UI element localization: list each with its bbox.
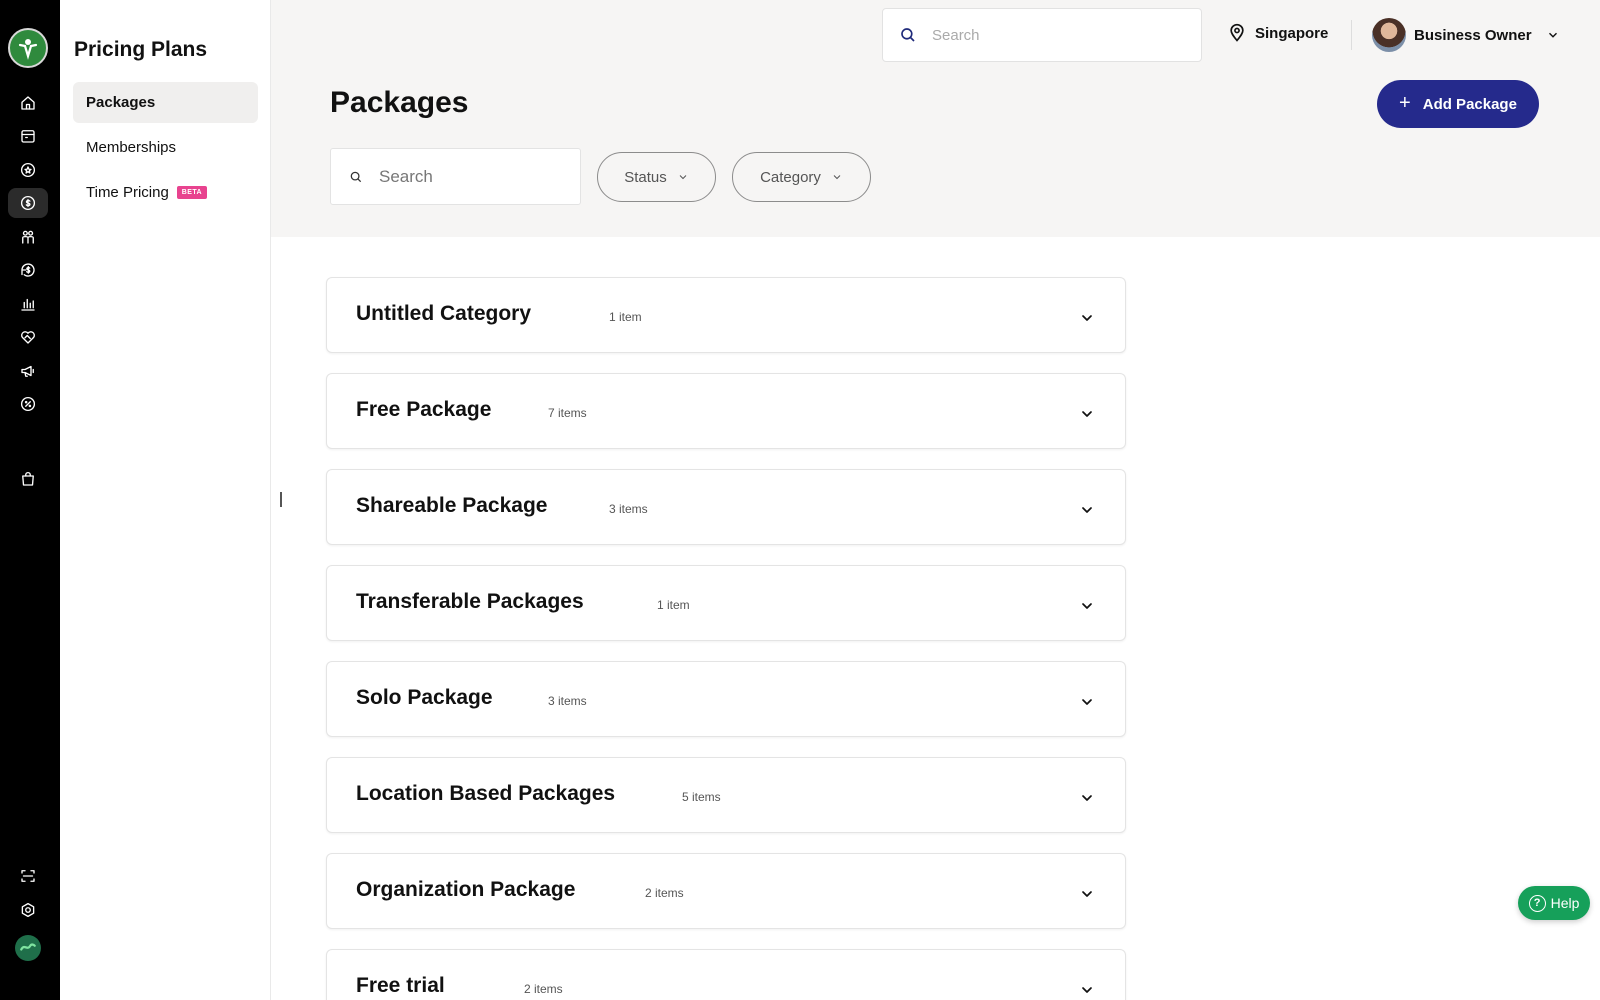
sidebar-item-label: Time Pricing <box>86 184 169 201</box>
status-filter-label: Status <box>624 168 667 186</box>
category-card[interactable]: Transferable Packages 1 item <box>326 565 1126 641</box>
category-card[interactable]: Free trial 2 items <box>326 949 1126 1000</box>
category-count: 1 item <box>609 310 642 324</box>
search-icon <box>350 171 362 182</box>
category-card[interactable]: Untitled Category 1 item <box>326 277 1126 353</box>
pricing-sidebar: Pricing Plans Packages Memberships Time … <box>60 0 271 1000</box>
search-icon <box>901 28 915 42</box>
category-title: Shareable Package <box>356 494 548 517</box>
shop-bag-icon[interactable] <box>8 464 48 494</box>
location-selector[interactable]: Singapore <box>1227 22 1328 44</box>
category-title: Free trial <box>356 974 445 997</box>
add-package-button[interactable]: + Add Package <box>1377 80 1539 128</box>
chevron-down-icon[interactable] <box>1079 502 1095 518</box>
location-pin-icon <box>1230 23 1244 42</box>
category-card[interactable]: Solo Package 3 items <box>326 661 1126 737</box>
category-title: Organization Package <box>356 878 576 901</box>
category-count: 7 items <box>548 406 587 420</box>
category-card[interactable]: Shareable Package 3 items <box>326 469 1126 545</box>
app-logo-icon[interactable] <box>8 28 48 68</box>
icon-rail <box>0 0 60 1000</box>
category-card[interactable]: Free Package 7 items <box>326 373 1126 449</box>
category-count: 2 items <box>645 886 684 900</box>
members-icon[interactable] <box>8 222 48 252</box>
sidebar-item-time-pricing[interactable]: Time Pricing BETA <box>73 172 258 213</box>
category-title: Transferable Packages <box>356 590 584 613</box>
sidebar-item-memberships[interactable]: Memberships <box>73 127 258 168</box>
chevron-down-icon[interactable] <box>1079 694 1095 710</box>
partnership-icon[interactable] <box>8 322 48 352</box>
category-filter[interactable]: Category <box>732 152 871 202</box>
chevron-down-icon[interactable] <box>1079 886 1095 902</box>
category-count: 3 items <box>609 502 648 516</box>
chevron-down-icon <box>679 175 687 180</box>
category-count: 3 items <box>548 694 587 708</box>
category-title: Free Package <box>356 398 492 421</box>
pricing-icon[interactable] <box>8 188 48 218</box>
help-button[interactable]: ? Help <box>1518 886 1590 920</box>
status-filter[interactable]: Status <box>597 152 716 202</box>
package-search[interactable] <box>330 148 581 205</box>
sidebar-item-label: Memberships <box>86 139 177 156</box>
location-label: Singapore <box>1255 24 1329 42</box>
user-name: Business Owner <box>1414 26 1532 44</box>
sidebar-item-label: Packages <box>86 94 156 111</box>
category-title: Untitled Category <box>356 302 532 325</box>
category-title: Solo Package <box>356 686 493 709</box>
marketing-icon[interactable] <box>8 356 48 386</box>
logo-figure-icon <box>18 39 38 60</box>
chevron-down-icon[interactable] <box>1079 982 1095 998</box>
home-icon[interactable] <box>8 88 48 118</box>
category-title: Location Based Packages <box>356 782 616 805</box>
category-count: 5 items <box>682 790 721 804</box>
category-filter-label: Category <box>760 168 821 186</box>
help-icon: ? <box>1528 894 1546 912</box>
header-divider <box>1351 20 1352 50</box>
scan-icon[interactable] <box>8 861 48 891</box>
sidebar-resize-handle[interactable] <box>280 492 282 507</box>
page-title: Packages <box>330 86 469 119</box>
chevron-down-icon[interactable] <box>1079 598 1095 614</box>
category-card[interactable]: Organization Package 2 items <box>326 853 1126 929</box>
help-label: Help <box>1550 895 1580 911</box>
chevron-down-icon[interactable] <box>1079 406 1095 422</box>
refund-icon[interactable] <box>8 255 48 285</box>
sidebar-title: Pricing Plans <box>74 38 208 61</box>
chevron-down-icon[interactable] <box>1079 310 1095 326</box>
package-search-input[interactable] <box>379 166 569 187</box>
chevron-down-icon[interactable] <box>1079 790 1095 806</box>
avatar <box>1372 18 1406 52</box>
star-badge-icon[interactable] <box>8 155 48 185</box>
category-count: 2 items <box>524 982 563 996</box>
sidebar-item-packages[interactable]: Packages <box>73 82 258 123</box>
category-card[interactable]: Location Based Packages 5 items <box>326 757 1126 833</box>
category-count: 1 item <box>657 598 690 612</box>
calendar-icon[interactable] <box>8 121 48 151</box>
plus-icon: + <box>1399 91 1411 114</box>
global-search[interactable] <box>882 8 1202 62</box>
beta-badge: BETA <box>176 186 207 199</box>
add-package-label: Add Package <box>1422 95 1517 113</box>
global-search-input[interactable] <box>932 26 1172 44</box>
chevron-down-icon <box>833 175 841 180</box>
settings-icon[interactable] <box>8 895 48 925</box>
analytics-icon[interactable] <box>8 289 48 319</box>
chevron-down-icon <box>1548 32 1557 38</box>
brand-icon[interactable] <box>15 935 41 961</box>
discount-icon[interactable] <box>8 389 48 419</box>
user-menu[interactable]: Business Owner <box>1372 18 1560 52</box>
